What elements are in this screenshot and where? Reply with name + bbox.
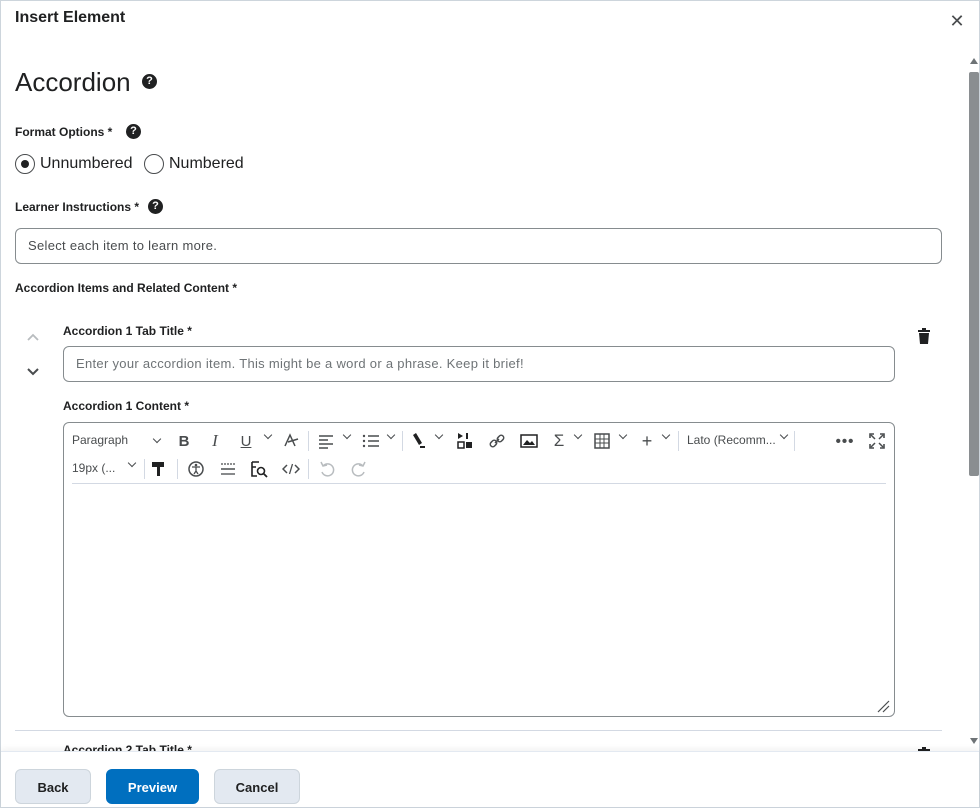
- learner-instructions-label: Learner Instructions *: [15, 200, 140, 214]
- move-up-icon[interactable]: [26, 330, 40, 344]
- media-icon[interactable]: [456, 431, 474, 451]
- font-size-select[interactable]: 19px (...: [72, 458, 137, 475]
- line-icon[interactable]: [219, 459, 237, 479]
- insert-icon[interactable]: +: [640, 431, 654, 451]
- fullscreen-icon[interactable]: [868, 431, 886, 451]
- move-down-icon[interactable]: [26, 364, 40, 378]
- scroll-up-icon[interactable]: [970, 58, 978, 64]
- toolbar-divider: [72, 483, 886, 484]
- underline-dropdown-icon[interactable]: [263, 430, 273, 440]
- resize-handle-icon[interactable]: [876, 699, 890, 713]
- source-code-icon[interactable]: [282, 459, 300, 479]
- table-icon[interactable]: [594, 431, 612, 451]
- accordion-items-label: Accordion Items and Related Content *: [15, 281, 238, 295]
- scrollbar-thumb[interactable]: [969, 72, 979, 476]
- accordion-help-icon[interactable]: ?: [142, 74, 157, 89]
- format-options-label: Format Options *: [15, 125, 113, 139]
- insert-element-dialog: Insert Element ✕ Accordion ? Format Opti…: [0, 0, 980, 808]
- accordion-1-content-label: Accordion 1 Content *: [63, 399, 190, 413]
- bold-icon[interactable]: B: [176, 431, 192, 451]
- equation-icon[interactable]: Σ: [552, 431, 566, 451]
- dialog-body[interactable]: Accordion ? Format Options * ? Unnumbere…: [1, 41, 967, 751]
- italic-icon[interactable]: I: [208, 431, 222, 451]
- accordion-1-tab-title-label: Accordion 1 Tab Title *: [63, 324, 192, 338]
- align-icon[interactable]: [318, 431, 336, 451]
- image-icon[interactable]: [520, 431, 538, 451]
- back-button[interactable]: Back: [15, 769, 91, 804]
- editor-content-area[interactable]: [72, 491, 886, 691]
- strikethrough-format-icon[interactable]: [282, 431, 300, 451]
- unnumbered-label[interactable]: Unnumbered: [40, 155, 133, 173]
- scroll-down-icon[interactable]: [970, 738, 978, 744]
- underline-icon[interactable]: U: [236, 431, 256, 451]
- numbered-radio[interactable]: [144, 154, 164, 174]
- unnumbered-radio[interactable]: [15, 154, 35, 174]
- list-icon[interactable]: [362, 431, 380, 451]
- dialog-title: Insert Element: [15, 9, 126, 26]
- learner-instructions-help-icon[interactable]: ?: [148, 199, 163, 214]
- block-format-value: Paragraph: [72, 433, 129, 447]
- learner-instructions-input[interactable]: Select each item to learn more.: [15, 228, 942, 264]
- preview-button[interactable]: Preview: [106, 769, 199, 804]
- redo-icon[interactable]: [350, 459, 368, 479]
- accordion-1-content-editor[interactable]: Paragraph B I U Σ + Lato (Recomm... ••• …: [63, 422, 895, 717]
- link-icon[interactable]: [488, 431, 506, 451]
- font-size-value: 19px (...: [72, 461, 116, 475]
- format-painter-icon[interactable]: [150, 459, 168, 479]
- format-options-help-icon[interactable]: ?: [126, 124, 141, 139]
- dialog-footer: Back Preview Cancel: [1, 751, 979, 807]
- item-divider: [15, 730, 942, 731]
- accordion-1-tab-title-input[interactable]: Enter your accordion item. This might be…: [63, 346, 895, 382]
- cancel-button[interactable]: Cancel: [214, 769, 300, 804]
- font-family-select[interactable]: Lato (Recomm...: [687, 430, 789, 447]
- close-icon[interactable]: ✕: [947, 11, 967, 31]
- undo-icon[interactable]: [318, 459, 336, 479]
- block-format-select[interactable]: Paragraph: [72, 433, 162, 447]
- font-family-value: Lato (Recomm...: [687, 433, 776, 447]
- delete-item-1-icon[interactable]: [918, 328, 930, 344]
- accordion-2-tab-title-label: Accordion 2 Tab Title *: [63, 743, 192, 751]
- highlight-icon[interactable]: [410, 431, 428, 451]
- more-icon[interactable]: •••: [836, 431, 854, 451]
- numbered-label[interactable]: Numbered: [169, 155, 244, 173]
- find-replace-icon[interactable]: [250, 459, 268, 479]
- page-title: Accordion: [15, 67, 131, 97]
- accessibility-icon[interactable]: [187, 459, 205, 479]
- dialog-scrollbar[interactable]: [968, 58, 980, 748]
